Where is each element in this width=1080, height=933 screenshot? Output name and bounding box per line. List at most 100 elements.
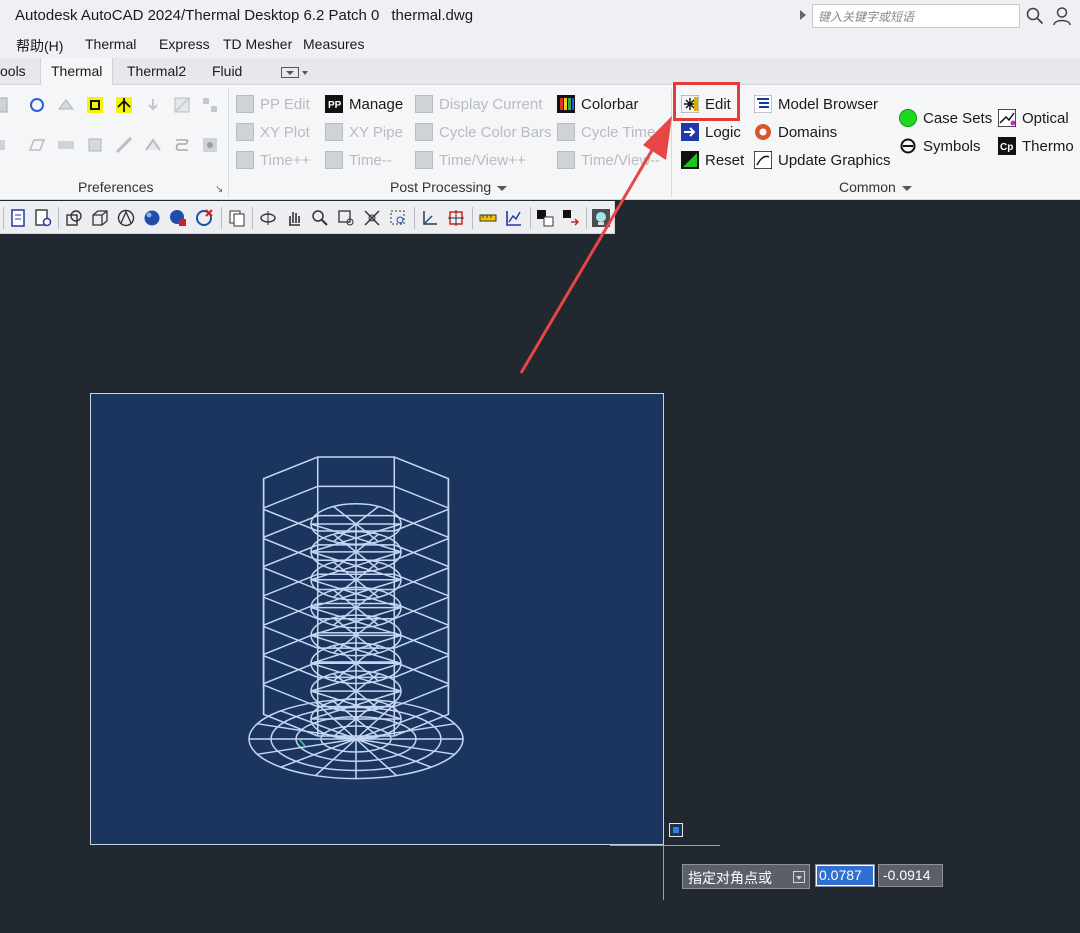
- menu-td-mesher[interactable]: TD Mesher: [223, 36, 292, 52]
- logic-button[interactable]: Logic: [681, 121, 741, 143]
- menu-thermal[interactable]: Thermal: [85, 36, 136, 52]
- common-panel-label[interactable]: Common: [839, 179, 912, 195]
- ucs-origin-icon[interactable]: [446, 208, 466, 228]
- time-plus-icon: [236, 151, 254, 169]
- manage-button[interactable]: PP Manage: [325, 93, 403, 115]
- post-processing-label: Post Processing: [390, 179, 492, 195]
- y-coordinate-input[interactable]: -0.0914: [878, 864, 943, 887]
- cube-icon[interactable]: [90, 208, 110, 228]
- tab-thermal[interactable]: Thermal: [40, 58, 114, 86]
- case-sets-label: Case Sets: [923, 109, 993, 127]
- toolbar-separator: [252, 207, 253, 229]
- case-sets-icon: [899, 109, 917, 127]
- x-coordinate-input[interactable]: 0.0787: [815, 864, 875, 887]
- measure-icon[interactable]: [478, 208, 498, 228]
- time-view-plus-label: Time/View++: [439, 151, 526, 169]
- pref-tool-icon[interactable]: [0, 95, 10, 115]
- pref-tool2-icon[interactable]: [0, 135, 10, 155]
- cone-icon[interactable]: [116, 208, 136, 228]
- pan-hand-icon[interactable]: [284, 208, 304, 228]
- time-plus-button[interactable]: Time++: [236, 149, 310, 171]
- graph-icon[interactable]: [504, 208, 524, 228]
- pref-fold-icon[interactable]: [143, 135, 163, 155]
- crosshair-horizontal: [610, 845, 720, 846]
- reset-button[interactable]: Reset: [681, 149, 744, 171]
- orbit-icon[interactable]: [258, 208, 278, 228]
- time-view-plus-button[interactable]: Time/View++: [415, 149, 526, 171]
- swatch-arrow-icon[interactable]: [561, 208, 581, 228]
- pref-yellow-box-icon[interactable]: [85, 95, 105, 115]
- panel-launcher-icon[interactable]: ↘: [215, 184, 223, 195]
- pref-mesh-icon[interactable]: [200, 135, 220, 155]
- pref-down-icon[interactable]: [143, 95, 163, 115]
- menu-measures[interactable]: Measures: [303, 36, 364, 52]
- dropdown-arrow-icon[interactable]: [793, 871, 805, 883]
- pref-spring-icon[interactable]: [172, 135, 192, 155]
- colorbar-icon: [557, 95, 575, 113]
- time-minus-button[interactable]: Time--: [325, 149, 392, 171]
- search-expand-icon[interactable]: [800, 10, 806, 20]
- tab-thermal2[interactable]: Thermal2: [127, 63, 186, 79]
- cycle-color-bars-button[interactable]: Cycle Color Bars: [415, 121, 552, 143]
- copy-icon[interactable]: [227, 208, 247, 228]
- colorbar-button[interactable]: Colorbar: [557, 93, 639, 115]
- model-browser-button[interactable]: Model Browser: [754, 93, 878, 115]
- update-graphics-button[interactable]: Update Graphics: [754, 149, 891, 171]
- search-input[interactable]: 键入关键字或短语: [812, 4, 1020, 28]
- viewport[interactable]: [90, 393, 664, 845]
- update-graphics-icon: [754, 151, 772, 169]
- pref-yellow-arrows-icon[interactable]: [114, 95, 134, 115]
- color-swatch-icon[interactable]: [535, 208, 555, 228]
- pref-grid-icon[interactable]: [172, 95, 192, 115]
- preferences-panel-label: Preferences: [78, 179, 154, 195]
- sphere-icon[interactable]: [142, 208, 162, 228]
- pref-diag-icon[interactable]: [114, 135, 134, 155]
- thermo-icon: Cp: [998, 137, 1016, 155]
- pref-boxes-icon[interactable]: [200, 95, 220, 115]
- pp-edit-button[interactable]: PP Edit: [236, 93, 310, 115]
- pref-node-icon[interactable]: [27, 95, 47, 115]
- zoom-extents-icon[interactable]: [362, 208, 382, 228]
- menu-express[interactable]: Express: [159, 36, 210, 52]
- user-icon[interactable]: [1052, 6, 1072, 26]
- time-view-minus-button[interactable]: Time/View--: [557, 149, 660, 171]
- case-sets-button[interactable]: Case Sets: [899, 107, 992, 129]
- cycle-time-button[interactable]: Cycle Time: [557, 121, 655, 143]
- menu-help[interactable]: 帮助(H): [16, 36, 63, 56]
- thermo-button[interactable]: Cp Thermo: [998, 135, 1074, 157]
- dynamic-input-prompt[interactable]: 指定对角点或: [682, 864, 810, 889]
- render-icon[interactable]: [591, 208, 611, 228]
- pref-surface-icon[interactable]: [56, 95, 76, 115]
- tab-fluid[interactable]: Fluid: [212, 63, 242, 79]
- xy-plot-button[interactable]: XY Plot: [236, 121, 310, 143]
- chevron-down-icon[interactable]: [302, 71, 308, 75]
- display-current-label: Display Current: [439, 95, 543, 113]
- logic-icon: [681, 123, 699, 141]
- ucs-icon[interactable]: [420, 208, 440, 228]
- zoom-icon[interactable]: [310, 208, 330, 228]
- xy-pipe-button[interactable]: XY Pipe: [325, 121, 403, 143]
- optical-button[interactable]: Optical: [998, 107, 1069, 129]
- pref-cube-icon[interactable]: [85, 135, 105, 155]
- manage-icon: PP: [325, 95, 343, 113]
- display-current-button[interactable]: Display Current: [415, 93, 542, 115]
- time-view-plus-icon: [415, 151, 433, 169]
- post-processing-panel-label[interactable]: Post Processing: [390, 179, 508, 195]
- properties-icon[interactable]: [8, 208, 28, 228]
- pref-plate-icon[interactable]: [56, 135, 76, 155]
- zoom-window-icon[interactable]: [336, 208, 356, 228]
- chevron-down-icon: [497, 185, 508, 191]
- sphere-red-icon[interactable]: [168, 208, 188, 228]
- box-shape-icon[interactable]: [64, 208, 84, 228]
- search-icon[interactable]: [1026, 7, 1044, 25]
- domains-button[interactable]: Domains: [754, 121, 837, 143]
- sphere-cancel-icon[interactable]: [194, 208, 214, 228]
- time-plus-label: Time++: [260, 151, 311, 169]
- pp-edit-icon: [236, 95, 254, 113]
- pref-shape-icon[interactable]: [27, 135, 47, 155]
- list-props-icon[interactable]: [33, 208, 53, 228]
- zoom-realtime-icon[interactable]: [388, 208, 408, 228]
- tab-tools[interactable]: ools: [0, 63, 26, 79]
- tab-panel-toggle[interactable]: [281, 67, 299, 78]
- symbols-button[interactable]: Symbols: [899, 135, 981, 157]
